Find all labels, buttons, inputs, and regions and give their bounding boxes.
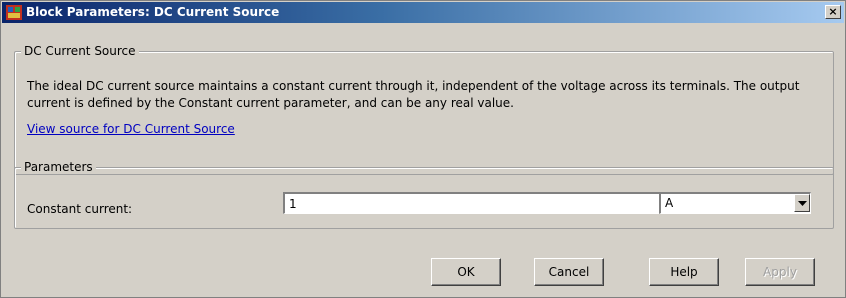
close-button[interactable]: ×: [825, 5, 841, 19]
dialog-title: Block Parameters: DC Current Source: [26, 5, 280, 19]
block-description: The ideal DC current source maintains a …: [27, 79, 800, 110]
apply-button[interactable]: Apply: [745, 258, 815, 286]
view-source-link[interactable]: View source for DC Current Source: [27, 122, 235, 136]
ok-button[interactable]: OK: [431, 258, 501, 286]
cancel-button[interactable]: Cancel: [534, 258, 604, 286]
constant-current-label: Constant current:: [27, 202, 133, 216]
close-icon: ×: [828, 5, 838, 18]
parameters-group-legend: Parameters: [21, 160, 96, 174]
help-button[interactable]: Help: [649, 258, 719, 286]
parameters-group: Parameters Constant current: A: [14, 160, 834, 229]
block-parameters-dialog: Block Parameters: DC Current Source × DC…: [0, 0, 846, 298]
description-group-legend: DC Current Source: [21, 44, 139, 58]
constant-current-input[interactable]: [283, 192, 665, 214]
simulink-block-icon: [6, 5, 22, 20]
title-bar[interactable]: Block Parameters: DC Current Source ×: [2, 2, 844, 23]
chevron-down-icon: [798, 201, 807, 206]
dropdown-button[interactable]: [794, 194, 810, 212]
unit-value: A: [665, 196, 674, 210]
description-group: DC Current Source The ideal DC current s…: [14, 44, 834, 175]
unit-dropdown[interactable]: A: [659, 192, 811, 214]
